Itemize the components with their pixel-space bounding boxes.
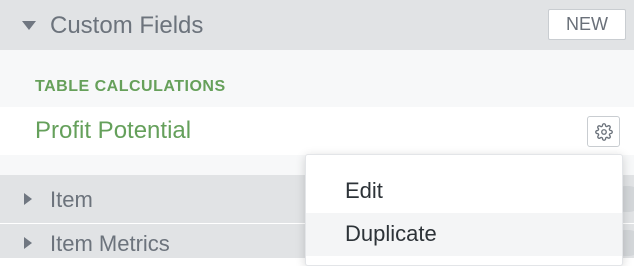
field-options-menu: Edit Duplicate [305,154,623,266]
caret-right-icon [24,237,32,249]
section-title-item-metrics: Item Metrics [50,231,170,256]
menu-item-label: Edit [345,178,383,203]
section-label-table-calculations: TABLE CALCULATIONS [35,78,226,95]
custom-fields-title: Custom Fields [50,12,204,39]
table-calculations-section: TABLE CALCULATIONS [0,50,634,107]
gear-icon [595,123,613,141]
field-row-profit-potential[interactable]: Profit Potential [0,107,634,155]
caret-down-icon [22,21,36,30]
new-field-button[interactable]: NEW [548,9,626,40]
menu-item-edit[interactable]: Edit [306,170,622,213]
caret-right-icon [24,193,32,205]
section-title-item: Item [50,187,93,212]
custom-fields-header[interactable]: Custom Fields NEW [0,0,634,50]
field-name[interactable]: Profit Potential [35,117,191,145]
field-options-button[interactable] [587,116,620,147]
menu-item-label: Duplicate [345,221,437,246]
menu-item-duplicate[interactable]: Duplicate [306,213,622,256]
